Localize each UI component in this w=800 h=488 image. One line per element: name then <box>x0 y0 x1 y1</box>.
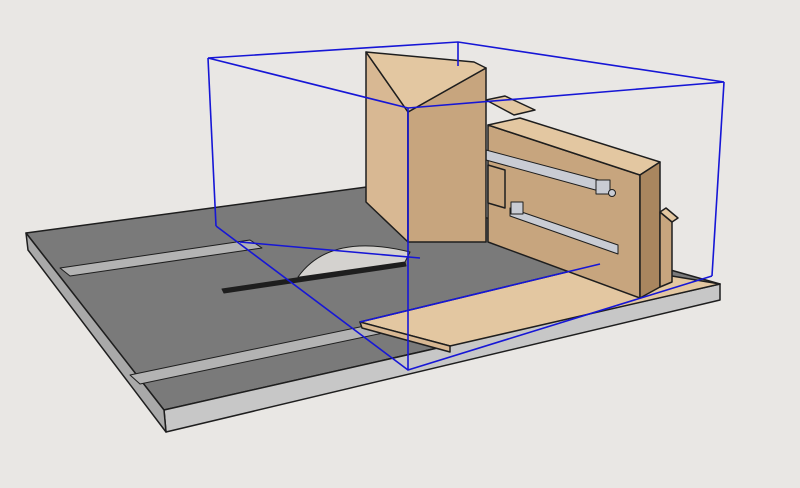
bbox-edge-right <box>711 81 725 277</box>
model-viewport[interactable] <box>0 0 800 488</box>
model-canvas[interactable] <box>0 0 800 488</box>
slide-knob[interactable] <box>608 189 616 197</box>
slide-bracket-upper[interactable] <box>595 179 611 195</box>
support-block-left[interactable] <box>487 164 506 209</box>
carriage-top-rail-side <box>639 161 661 299</box>
support-block-front[interactable] <box>659 211 673 288</box>
slide-bracket-lower[interactable] <box>510 201 524 215</box>
bbox-edge-left <box>207 57 217 227</box>
vertical-fence[interactable] <box>365 51 487 243</box>
